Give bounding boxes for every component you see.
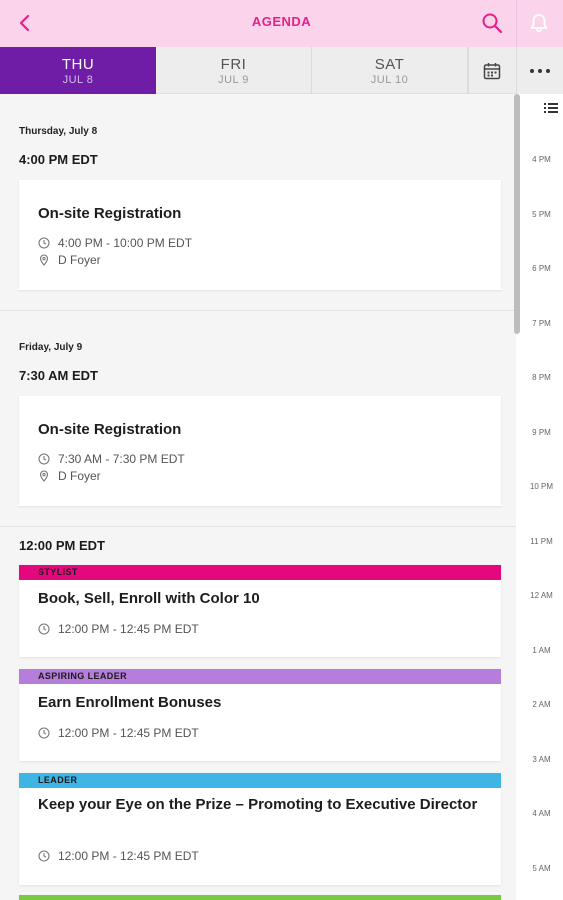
session-time: 12:00 PM - 12:45 PM EDT	[58, 849, 199, 863]
session-title: On-site Registration	[38, 205, 182, 222]
section-divider	[0, 310, 516, 311]
session-card[interactable]: ASPIRING LEADER Earn Enrollment Bonuses …	[19, 669, 501, 761]
tab-date: JUL 9	[218, 74, 249, 86]
list-view-icon[interactable]	[544, 102, 558, 114]
tab-sat[interactable]: SAT JUL 10	[312, 47, 468, 94]
timeline-hour-label: 12 AM	[530, 591, 553, 600]
session-time-row: 12:00 PM - 12:45 PM EDT	[38, 622, 199, 636]
session-title: On-site Registration	[38, 421, 182, 438]
time-slot-label: 7:30 AM EDT	[19, 368, 98, 383]
session-time: 12:00 PM - 12:45 PM EDT	[58, 622, 199, 636]
session-location: D Foyer	[58, 253, 101, 267]
calendar-button[interactable]	[468, 47, 515, 94]
track-tag: LEADER	[19, 773, 501, 788]
day-tabs: THU JUL 8 FRI JUL 9 SAT JUL 10	[0, 47, 516, 94]
clock-icon	[38, 727, 50, 739]
timeline-hour-label: 5 PM	[532, 209, 551, 219]
clock-icon	[38, 623, 50, 635]
more-dots-icon	[530, 68, 534, 73]
track-tag: STYLIST	[19, 565, 501, 580]
session-time: 7:30 AM - 7:30 PM EDT	[58, 452, 185, 466]
timeline-hour-label: 4 PM	[532, 155, 551, 164]
session-card[interactable]: On-site Registration 4:00 PM - 10:00 PM …	[19, 180, 501, 290]
calendar-icon	[483, 62, 501, 79]
bell-icon[interactable]	[528, 12, 550, 34]
location-pin-icon	[39, 254, 49, 266]
track-tag: ASPIRING LEADER	[19, 669, 501, 684]
timeline-hour-label: 3 AM	[532, 754, 551, 764]
timeline-hour-label: 11 PM	[530, 536, 553, 546]
session-card[interactable]: On-site Registration 7:30 AM - 7:30 PM E…	[19, 396, 501, 506]
session-time-row: 12:00 PM - 12:45 PM EDT	[38, 849, 199, 863]
tab-day: FRI	[220, 56, 247, 73]
timeline-hour-label: 8 PM	[532, 373, 551, 382]
session-time-row: 12:00 PM - 12:45 PM EDT	[38, 726, 199, 740]
more-dots-icon	[546, 68, 550, 73]
header-divider	[516, 0, 517, 47]
session-location-row: D Foyer	[38, 253, 101, 267]
tab-day: SAT	[374, 56, 405, 73]
session-time: 4:00 PM - 10:00 PM EDT	[58, 236, 193, 250]
timeline-hour-label: 5 AM	[532, 863, 551, 873]
tab-date: JUL 8	[62, 74, 94, 86]
session-location: D Foyer	[58, 469, 101, 483]
session-time-row: 7:30 AM - 7:30 PM EDT	[38, 452, 185, 466]
session-time-row: 4:00 PM - 10:00 PM EDT	[38, 236, 192, 250]
tab-day: THU	[61, 56, 95, 73]
location-pin-icon	[39, 470, 49, 482]
time-scrubber[interactable]: 4 PM 5 PM 6 PM 7 PM 8 PM 9 PM 10 PM 11 PM 12 AM 1…	[520, 94, 563, 900]
timeline-hour-label: 6 PM	[532, 264, 551, 273]
session-time: 12:00 PM - 12:45 PM EDT	[58, 726, 199, 740]
timeline-hour-label: 4 AM	[532, 809, 551, 818]
tab-thu[interactable]: THU JUL 8	[0, 47, 156, 94]
timeline-hour-label: 10 PM	[529, 482, 554, 491]
section-date: Thursday, July 8	[19, 126, 98, 137]
time-slot-label: 4:00 PM EDT	[19, 152, 98, 167]
more-dots-icon	[538, 68, 542, 73]
app-header: AGENDA	[0, 0, 563, 47]
session-card[interactable]: LEADER Keep your Eye on the Prize – Prom…	[19, 773, 501, 885]
clock-icon	[38, 237, 50, 249]
timeline-hour-label: 2 AM	[532, 700, 551, 709]
timeline-hour-label: 9 PM	[532, 427, 551, 437]
page-title: AGENDA	[251, 14, 312, 29]
tab-date: JUL 10	[370, 74, 409, 86]
time-slot-label: 12:00 PM EDT	[19, 538, 105, 553]
agenda-list[interactable]: Thursday, July 8 4:00 PM EDT On-site Reg…	[0, 94, 516, 900]
more-options-button[interactable]	[516, 47, 563, 94]
timeline-hour-label: 1 AM	[532, 645, 551, 655]
clock-icon	[38, 453, 50, 465]
session-title: Keep your Eye on the Prize – Promoting t…	[38, 796, 478, 813]
session-title: Book, Sell, Enroll with Color 10	[38, 590, 260, 607]
session-title: Earn Enrollment Bonuses	[38, 694, 222, 711]
clock-icon	[38, 850, 50, 862]
timeline-hour-label: 7 PM	[532, 318, 551, 328]
tab-fri[interactable]: FRI JUL 9	[156, 47, 312, 94]
section-date: Friday, July 9	[19, 342, 83, 353]
session-card[interactable]	[19, 895, 501, 900]
session-location-row: D Foyer	[38, 469, 101, 483]
search-icon[interactable]	[481, 12, 503, 34]
session-card[interactable]: STYLIST Book, Sell, Enroll with Color 10…	[19, 565, 501, 657]
section-divider	[0, 526, 516, 527]
track-tag	[19, 895, 501, 900]
